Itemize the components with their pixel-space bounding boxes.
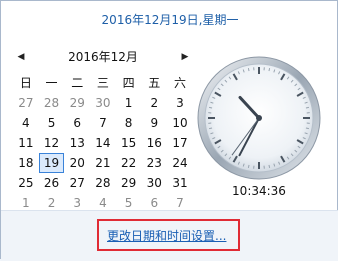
date-time-flyout: 2016年12月19日,星期一 ◀ 2016年12月 ▶ 日 一 二 三 四 五… xyxy=(0,0,338,259)
calendar-day[interactable]: 7 xyxy=(90,113,116,133)
digital-time: 10:34:36 xyxy=(211,184,307,198)
calendar-navigation: ◀ 2016年12月 ▶ xyxy=(15,49,191,65)
weekday-header-row: 日 一 二 三 四 五 六 xyxy=(13,73,193,93)
minute-tick xyxy=(209,107,212,108)
minute-tick xyxy=(269,68,270,71)
calendar-day[interactable]: 18 xyxy=(13,153,39,173)
calendar-day[interactable]: 6 xyxy=(64,113,90,133)
calendar-day[interactable]: 27 xyxy=(13,93,39,113)
calendar-week-row: 11 12 13 14 15 16 17 xyxy=(13,133,193,153)
weekday-label: 日 xyxy=(13,73,39,93)
calendar-day[interactable]: 8 xyxy=(116,113,142,133)
calendar-week-row: 4 5 6 7 8 9 10 xyxy=(13,113,193,133)
calendar-day[interactable]: 20 xyxy=(64,153,90,173)
calendar-day[interactable]: 28 xyxy=(39,93,65,113)
triangle-right-icon[interactable]: ▶ xyxy=(179,49,191,65)
month-title[interactable]: 2016年12月 xyxy=(35,49,171,65)
calendar-day[interactable]: 30 xyxy=(90,93,116,113)
weekday-label: 二 xyxy=(64,73,90,93)
calendar-day[interactable]: 29 xyxy=(64,93,90,113)
analog-clock xyxy=(196,55,322,181)
calendar-day[interactable]: 9 xyxy=(141,113,167,133)
calendar-day[interactable]: 21 xyxy=(90,153,116,173)
change-date-time-settings-link[interactable]: 更改日期和时间设置... xyxy=(107,227,226,244)
minute-tick xyxy=(306,128,309,129)
calendar-day[interactable]: 15 xyxy=(116,133,142,153)
calendar-day[interactable]: 16 xyxy=(141,133,167,153)
weekday-label: 一 xyxy=(39,73,65,93)
minute-tick xyxy=(269,165,270,168)
calendar-day[interactable]: 31 xyxy=(167,173,193,193)
weekday-label: 三 xyxy=(90,73,116,93)
weekday-label: 六 xyxy=(167,73,193,93)
calendar-day[interactable]: 24 xyxy=(167,153,193,173)
triangle-left-icon[interactable]: ◀ xyxy=(15,49,27,65)
clock-center xyxy=(256,115,262,121)
weekday-label: 五 xyxy=(141,73,167,93)
calendar-week-row: 25 26 27 28 29 30 31 xyxy=(13,173,193,193)
calendar-day[interactable]: 25 xyxy=(13,173,39,193)
calendar-day[interactable]: 27 xyxy=(64,173,90,193)
calendar-day[interactable]: 13 xyxy=(64,133,90,153)
calendar-day[interactable]: 28 xyxy=(90,173,116,193)
weekday-label: 四 xyxy=(116,73,142,93)
calendar-week-row: 18 19 20 21 22 23 24 xyxy=(13,153,193,173)
full-date-link[interactable]: 2016年12月19日,星期一 xyxy=(1,11,338,28)
calendar-day[interactable]: 3 xyxy=(167,93,193,113)
calendar-day[interactable]: 17 xyxy=(167,133,193,153)
minute-tick xyxy=(248,165,249,168)
calendar-day[interactable]: 11 xyxy=(13,133,39,153)
minute-tick xyxy=(306,107,309,108)
calendar-day[interactable]: 4 xyxy=(13,113,39,133)
calendar-day[interactable]: 12 xyxy=(39,133,65,153)
calendar-week-row: 27 28 29 30 1 2 3 xyxy=(13,93,193,113)
minute-tick xyxy=(248,68,249,71)
calendar-day[interactable]: 26 xyxy=(39,173,65,193)
calendar-day[interactable]: 29 xyxy=(116,173,142,193)
calendar-day-today[interactable]: 19 xyxy=(39,153,65,173)
calendar-day[interactable]: 10 xyxy=(167,113,193,133)
calendar-day[interactable]: 14 xyxy=(90,133,116,153)
minute-tick xyxy=(209,128,212,129)
calendar-day[interactable]: 5 xyxy=(39,113,65,133)
calendar-day[interactable]: 1 xyxy=(116,93,142,113)
calendar-day[interactable]: 23 xyxy=(141,153,167,173)
calendar-day[interactable]: 30 xyxy=(141,173,167,193)
calendar-day[interactable]: 22 xyxy=(116,153,142,173)
calendar-day[interactable]: 2 xyxy=(141,93,167,113)
calendar-grid: 日 一 二 三 四 五 六 27 28 29 30 1 2 3 4 5 6 7 … xyxy=(13,73,193,213)
